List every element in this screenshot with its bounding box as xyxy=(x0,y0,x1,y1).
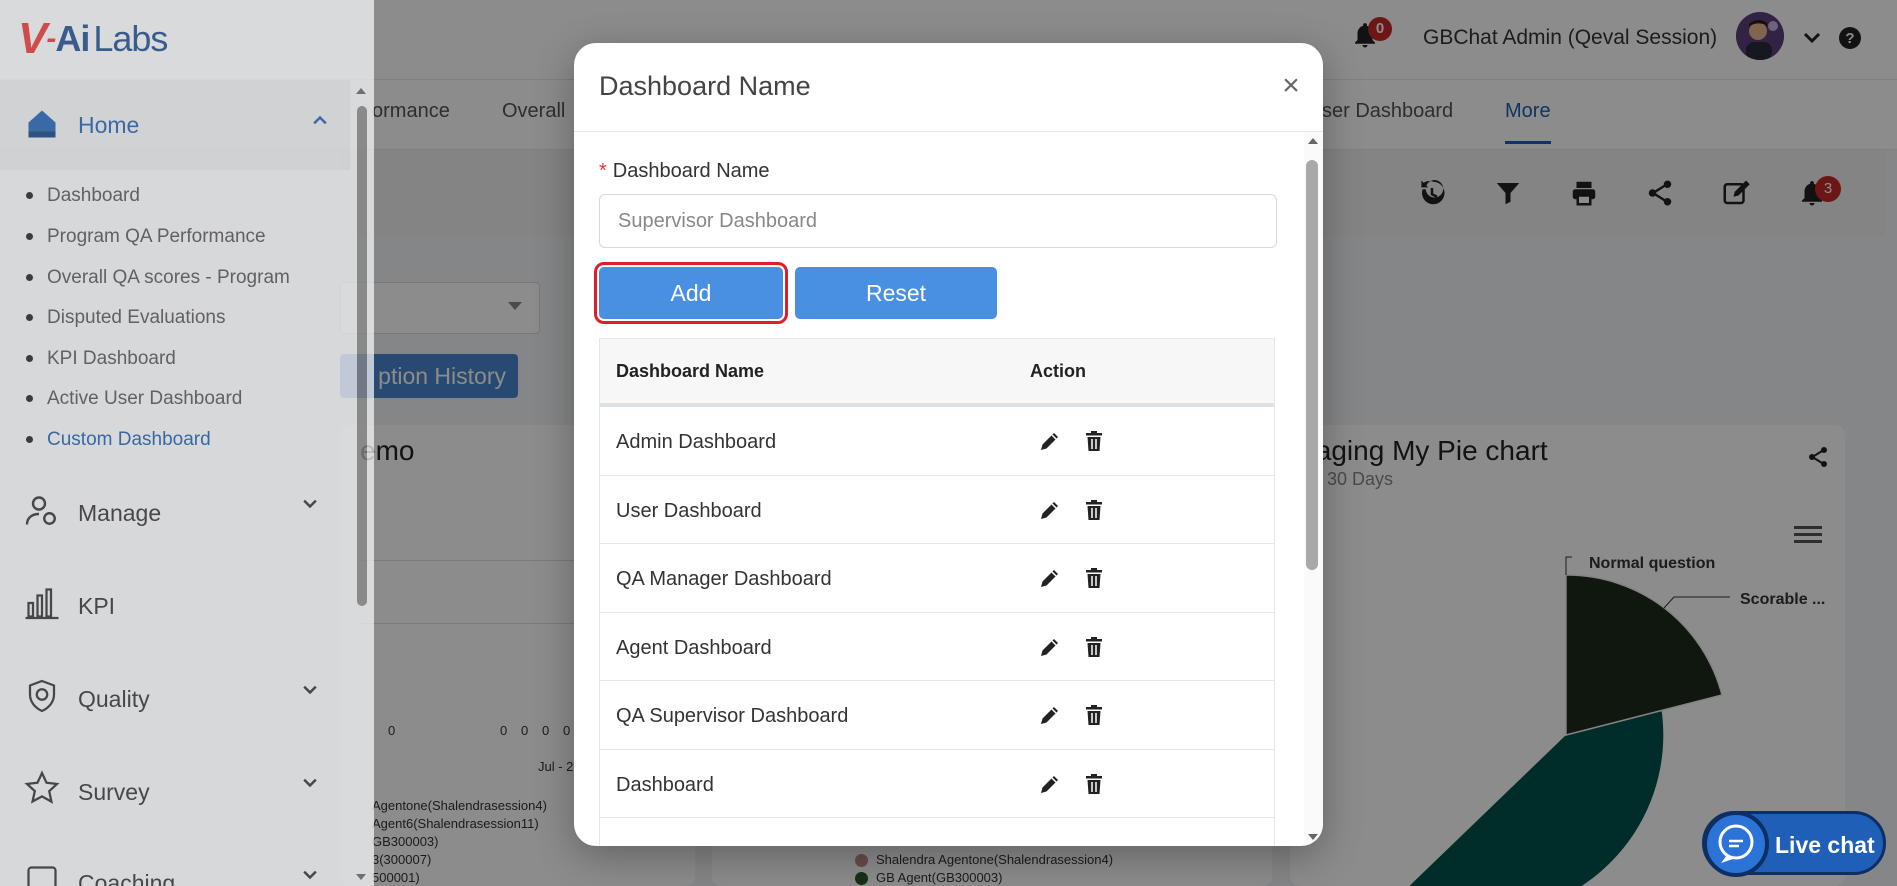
sidebar-subitem-program-qa-performance[interactable]: Program QA Performance xyxy=(26,226,266,248)
chevron-down-icon[interactable] xyxy=(300,494,320,514)
home-icon xyxy=(24,106,60,142)
quality-badge-icon xyxy=(24,678,60,714)
table-row: QA Manager Dashboard xyxy=(600,544,1274,613)
required-mark: * xyxy=(599,160,607,182)
table-row: Agent Dashboard xyxy=(600,612,1274,681)
table-row: User Dashboard xyxy=(600,475,1274,544)
chevron-down-icon[interactable] xyxy=(300,680,320,700)
live-chat-label[interactable]: Live chat xyxy=(1775,832,1875,859)
trash-icon[interactable] xyxy=(1082,566,1106,590)
dashboard-name-label: * Dashboard Name xyxy=(599,160,770,183)
dashboard-name-cell: QA Manager Dashboard xyxy=(616,568,832,590)
table-row xyxy=(600,818,1274,846)
pencil-icon[interactable] xyxy=(1038,429,1062,453)
pencil-icon[interactable] xyxy=(1038,566,1062,590)
dashboard-name-cell: User Dashboard xyxy=(616,499,762,522)
field-label-text: Dashboard Name xyxy=(612,160,770,182)
manage-user-icon xyxy=(24,493,60,529)
chat-bubble-icon[interactable] xyxy=(1703,811,1769,877)
sidebar-subitem-overall-qa-scores[interactable]: Overall QA scores - Program xyxy=(26,267,290,289)
trash-icon[interactable] xyxy=(1082,703,1106,727)
trash-icon[interactable] xyxy=(1082,772,1106,796)
trash-icon[interactable] xyxy=(1082,498,1106,522)
modal-title: Dashboard Name xyxy=(599,71,811,101)
add-button[interactable]: Add xyxy=(594,262,788,324)
modal-header: Dashboard Name × xyxy=(574,43,1323,132)
sidebar-subitem-kpi-dashboard[interactable]: KPI Dashboard xyxy=(26,348,176,370)
trash-icon[interactable] xyxy=(1082,635,1106,659)
survey-star-icon xyxy=(24,770,60,806)
modal-body: *Dashboard Name Add Reset Dashboard Name… xyxy=(574,132,1304,846)
pencil-icon[interactable] xyxy=(1038,772,1062,796)
trash-icon[interactable] xyxy=(1082,429,1106,453)
coaching-icon xyxy=(24,863,60,886)
dashboard-name-cell: Dashboard xyxy=(616,773,714,796)
modal-scrollbar-thumb[interactable] xyxy=(1306,160,1318,570)
sidebar-item-label: Home xyxy=(78,112,140,138)
sidebar-item-home[interactable]: Home xyxy=(0,80,350,170)
app-logo: V - Ai Labs xyxy=(18,14,168,63)
chevron-down-icon[interactable] xyxy=(300,865,320,885)
column-header-dashboard-name[interactable]: Dashboard Name xyxy=(616,361,764,382)
sidebar-item-kpi[interactable]: KPI xyxy=(78,593,115,620)
chevron-down-icon[interactable] xyxy=(300,773,320,793)
dashboard-name-modal: Dashboard Name × *Dashboard Name Add Res… xyxy=(574,43,1323,846)
sidebar-subitem-disputed-evaluations[interactable]: Disputed Evaluations xyxy=(26,307,226,329)
sidebar-item-survey[interactable]: Survey xyxy=(78,779,150,806)
dashboards-table: Dashboard Name Action Admin Dashboard Us… xyxy=(599,338,1275,846)
close-icon[interactable]: × xyxy=(1276,71,1306,101)
column-header-action: Action xyxy=(1030,361,1086,381)
sidebar-subitem-active-user-dashboard[interactable]: Active User Dashboard xyxy=(26,388,242,410)
table-header: Dashboard Name Action xyxy=(600,339,1274,407)
sidebar-item-quality[interactable]: Quality xyxy=(78,686,150,713)
table-row: Admin Dashboard xyxy=(600,407,1274,476)
reset-button[interactable]: Reset xyxy=(795,267,997,319)
dashboard-name-cell: QA Supervisor Dashboard xyxy=(616,705,849,727)
chevron-up-icon[interactable] xyxy=(310,110,330,130)
pencil-icon[interactable] xyxy=(1038,635,1062,659)
sidebar-subitem-custom-dashboard[interactable]: Custom Dashboard xyxy=(26,429,211,451)
sidebar: V - Ai Labs Home Dashboard Program QA Perfo… xyxy=(0,0,374,886)
pencil-icon[interactable] xyxy=(1038,703,1062,727)
table-row: Dashboard xyxy=(600,749,1274,818)
dashboard-name-cell: Admin Dashboard xyxy=(616,431,777,453)
pencil-icon[interactable] xyxy=(1038,498,1062,522)
table-row: QA Supervisor Dashboard xyxy=(600,681,1274,750)
kpi-bar-chart-icon xyxy=(24,585,60,621)
dashboard-name-input[interactable] xyxy=(599,194,1277,248)
dashboard-name-cell: Agent Dashboard xyxy=(616,636,772,659)
sidebar-scrollbar-thumb[interactable] xyxy=(357,106,367,606)
sidebar-item-manage[interactable]: Manage xyxy=(78,500,161,527)
sidebar-item-coaching[interactable]: Coaching xyxy=(78,870,175,886)
sidebar-subitem-dashboard[interactable]: Dashboard xyxy=(26,185,140,207)
logo-area: V - Ai Labs xyxy=(0,0,374,80)
